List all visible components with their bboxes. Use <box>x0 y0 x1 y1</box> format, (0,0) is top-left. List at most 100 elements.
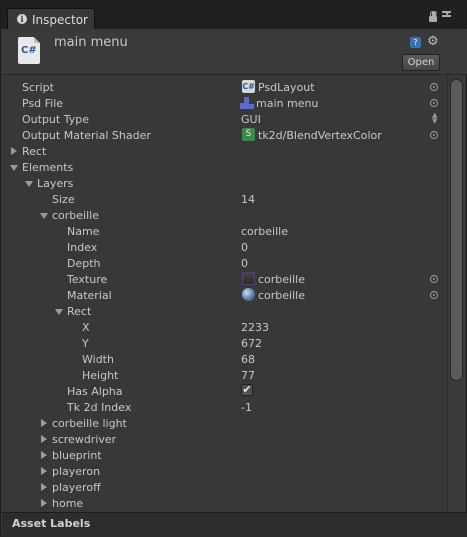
field-row-width: Width 68 <box>2 351 446 367</box>
field-label: Psd File <box>22 97 64 110</box>
texture-icon <box>242 272 255 285</box>
csharp-script-icon: C# <box>18 37 40 64</box>
foldout-rect[interactable]: Rect <box>2 143 446 159</box>
tab-bar: i Inspector ▪ ▾ <box>1 1 466 30</box>
asset-labels-title: Asset Labels <box>12 517 91 530</box>
tab-inspector[interactable]: i Inspector <box>7 8 95 30</box>
field-label: Size <box>52 193 75 206</box>
inspector-header: C# main menu ? ⚙ Open <box>2 29 467 75</box>
foldout-arrow-icon[interactable] <box>41 451 47 459</box>
gear-icon[interactable]: ⚙ <box>427 34 439 49</box>
field-row-x: X 2233 <box>2 319 446 335</box>
object-picker-icon[interactable] <box>430 99 438 107</box>
dropdown-arrows-icon[interactable]: ▲ ▼ <box>432 112 437 125</box>
foldout-corbeille[interactable]: corbeille <box>2 207 446 223</box>
foldout-arrow-icon[interactable] <box>41 483 47 491</box>
field-row-tk2d-index: Tk 2d Index -1 <box>2 399 446 415</box>
foldout-layer-item[interactable]: screwdriver <box>2 431 446 447</box>
foldout-arrow-icon[interactable] <box>55 309 63 315</box>
field-label: Output Material Shader <box>22 129 151 142</box>
field-row-psd-file: Psd File main menu <box>2 95 446 111</box>
foldout-label: corbeille <box>52 209 99 222</box>
field-row-output-type: Output Type GUI ▲ ▼ <box>2 111 446 127</box>
field-label: Output Type <box>22 113 89 126</box>
index-int-field[interactable]: 0 <box>241 241 248 254</box>
object-picker-icon[interactable] <box>430 83 438 91</box>
output-type-dropdown[interactable]: GUI <box>241 113 261 126</box>
foldout-arrow-icon[interactable] <box>10 165 18 171</box>
foldout-arrow-icon[interactable] <box>41 467 47 475</box>
field-row-height: Height 77 <box>2 367 446 383</box>
foldout-layer-item[interactable]: blueprint <box>2 447 446 463</box>
foldout-layer-item[interactable]: playeroff <box>2 479 446 495</box>
field-row-name: Name corbeille <box>2 223 446 239</box>
object-title: main menu <box>54 35 128 50</box>
material-object-field[interactable]: corbeille <box>258 289 305 302</box>
field-row-texture: Texture corbeille <box>2 271 446 287</box>
x-int-field[interactable]: 2233 <box>241 321 269 334</box>
size-int-field[interactable]: 14 <box>241 193 255 206</box>
field-label: Tk 2d Index <box>67 401 132 414</box>
open-button[interactable]: Open <box>402 54 440 71</box>
foldout-label: Elements <box>22 161 74 174</box>
field-label: Y <box>82 337 89 350</box>
vertical-scrollbar[interactable] <box>447 75 466 512</box>
scrollbar-thumb[interactable] <box>450 79 463 381</box>
depth-int-field[interactable]: 0 <box>241 257 248 270</box>
shader-object-field[interactable]: tk2d/BlendVertexColor <box>258 129 382 142</box>
y-int-field[interactable]: 672 <box>241 337 262 350</box>
field-row-material: Material corbeille <box>2 287 446 303</box>
object-picker-icon[interactable] <box>430 291 438 299</box>
info-icon: i <box>17 14 27 24</box>
inspector-window: i Inspector ▪ ▾ C# main menu ? ⚙ Open Sc… <box>0 0 467 537</box>
foldout-arrow-icon[interactable] <box>41 499 47 507</box>
shader-icon: S <box>242 128 255 141</box>
height-int-field[interactable]: 77 <box>241 369 255 382</box>
inspector-content: Script C# PsdLayout Psd File main menu O… <box>2 75 446 512</box>
psd-file-object-field[interactable]: main menu <box>256 97 318 110</box>
foldout-label: playeron <box>52 465 101 478</box>
foldout-label: playeroff <box>52 481 101 494</box>
field-label: Width <box>82 353 114 366</box>
object-picker-icon[interactable] <box>430 131 438 139</box>
foldout-layer-item[interactable]: home <box>2 495 446 511</box>
script-object-field[interactable]: PsdLayout <box>258 81 315 94</box>
field-label: Has Alpha <box>67 385 123 398</box>
tab-menu-icon[interactable] <box>442 11 451 20</box>
foldout-arrow-icon[interactable] <box>25 181 33 187</box>
tk2d-index-int-field[interactable]: -1 <box>241 401 252 414</box>
field-row-y: Y 672 <box>2 335 446 351</box>
field-label: Name <box>67 225 100 238</box>
foldout-arrow-icon[interactable] <box>11 147 17 155</box>
foldout-inner-rect[interactable]: Rect <box>2 303 446 319</box>
has-alpha-checkbox[interactable]: ✔ <box>241 384 253 396</box>
csharp-file-icon: C# <box>242 80 255 93</box>
foldout-arrow-icon[interactable] <box>41 419 47 427</box>
field-label: Depth <box>67 257 101 270</box>
field-row-size: Size 14 <box>2 191 446 207</box>
asset-labels-bar[interactable]: Asset Labels <box>2 512 467 537</box>
foldout-label: Rect <box>67 305 92 318</box>
width-int-field[interactable]: 68 <box>241 353 255 366</box>
material-icon <box>242 288 255 301</box>
psd-asset-icon <box>240 95 254 109</box>
field-label: Texture <box>67 273 108 286</box>
field-row-index: Index 0 <box>2 239 446 255</box>
object-picker-icon[interactable] <box>430 275 438 283</box>
lock-icon[interactable] <box>429 11 437 22</box>
field-label: Index <box>67 241 98 254</box>
foldout-label: corbeille light <box>52 417 127 430</box>
help-icon[interactable]: ? <box>410 37 421 48</box>
foldout-elements[interactable]: Elements <box>2 159 446 175</box>
field-row-output-shader: Output Material Shader S tk2d/BlendVerte… <box>2 127 446 143</box>
field-row-depth: Depth 0 <box>2 255 446 271</box>
foldout-layer-item[interactable]: corbeille light <box>2 415 446 431</box>
name-text-field[interactable]: corbeille <box>241 225 288 238</box>
foldout-layer-item[interactable]: playeron <box>2 463 446 479</box>
field-label: Height <box>82 369 119 382</box>
foldout-arrow-icon[interactable] <box>41 435 47 443</box>
foldout-layers[interactable]: Layers <box>2 175 446 191</box>
foldout-label: blueprint <box>52 449 102 462</box>
foldout-arrow-icon[interactable] <box>40 213 48 219</box>
texture-object-field[interactable]: corbeille <box>258 273 305 286</box>
